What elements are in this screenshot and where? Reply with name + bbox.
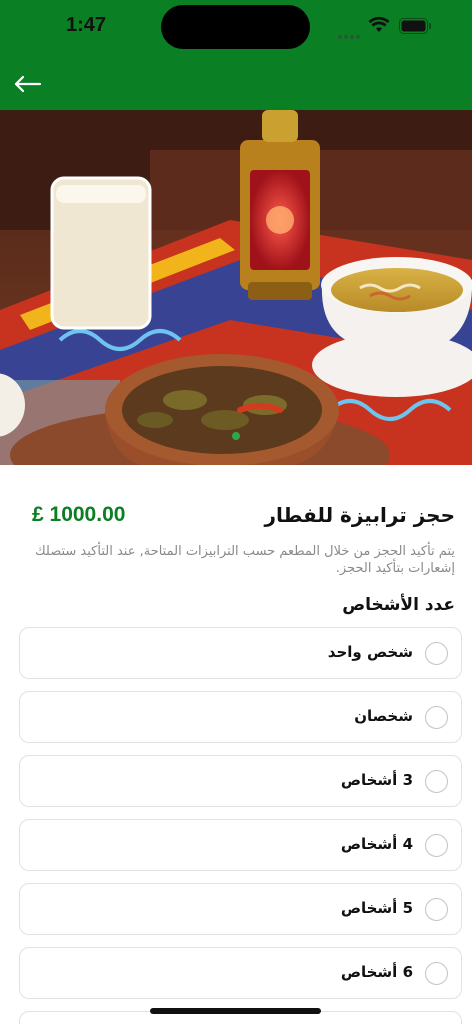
guest-option-label: 5 أشخاص xyxy=(340,899,413,917)
guest-option-5[interactable]: 5 أشخاص xyxy=(19,883,462,935)
signal-dots-icon xyxy=(338,24,362,39)
guest-option-label: شخصان xyxy=(354,707,413,725)
guest-option-6[interactable]: 6 أشخاص xyxy=(19,947,462,999)
guests-options-list: شخص واحد شخصان 3 أشخاص 4 أشخاص 5 أشخاص 6… xyxy=(19,627,462,1024)
battery-icon xyxy=(399,18,431,34)
guest-option-label: 3 أشخاص xyxy=(340,771,413,789)
guest-option-label: 4 أشخاص xyxy=(340,835,413,853)
header-bar: 1:47 xyxy=(0,0,472,110)
guests-section-label: عدد الأشخاص xyxy=(342,595,455,615)
guest-option-1[interactable]: شخص واحد xyxy=(19,627,462,679)
guest-option-label: 6 أشخاص xyxy=(340,963,413,981)
status-time: 1:47 xyxy=(66,14,107,36)
hero-image xyxy=(0,110,472,465)
guest-option-3[interactable]: 3 أشخاص xyxy=(19,755,462,807)
radio-button-icon[interactable] xyxy=(425,834,448,857)
product-description: يتم تأكيد الحجز من خلال المطعم حسب الترا… xyxy=(34,544,455,576)
guest-option-4[interactable]: 4 أشخاص xyxy=(19,819,462,871)
wifi-icon xyxy=(368,16,390,32)
price-label: £ 1000.00 xyxy=(32,503,126,526)
booking-details: £ 1000.00 حجز ترابيزة للفطار يتم تأكيد ا… xyxy=(0,465,472,1024)
guest-option-2[interactable]: شخصان xyxy=(19,691,462,743)
radio-button-icon[interactable] xyxy=(425,642,448,665)
radio-button-icon[interactable] xyxy=(425,962,448,985)
guest-option-label: شخص واحد xyxy=(327,643,413,661)
radio-button-icon[interactable] xyxy=(425,770,448,793)
back-button[interactable] xyxy=(12,70,46,98)
dynamic-island xyxy=(161,5,310,49)
product-title: حجز ترابيزة للفطار xyxy=(264,503,456,527)
radio-button-icon[interactable] xyxy=(425,898,448,921)
home-indicator[interactable] xyxy=(150,1008,321,1014)
screen: 1:47 £ 1000.00 حجز ترابيزة للفطار يتم تأ… xyxy=(0,0,472,1024)
radio-button-icon[interactable] xyxy=(425,706,448,729)
arrow-left-icon xyxy=(14,75,42,93)
